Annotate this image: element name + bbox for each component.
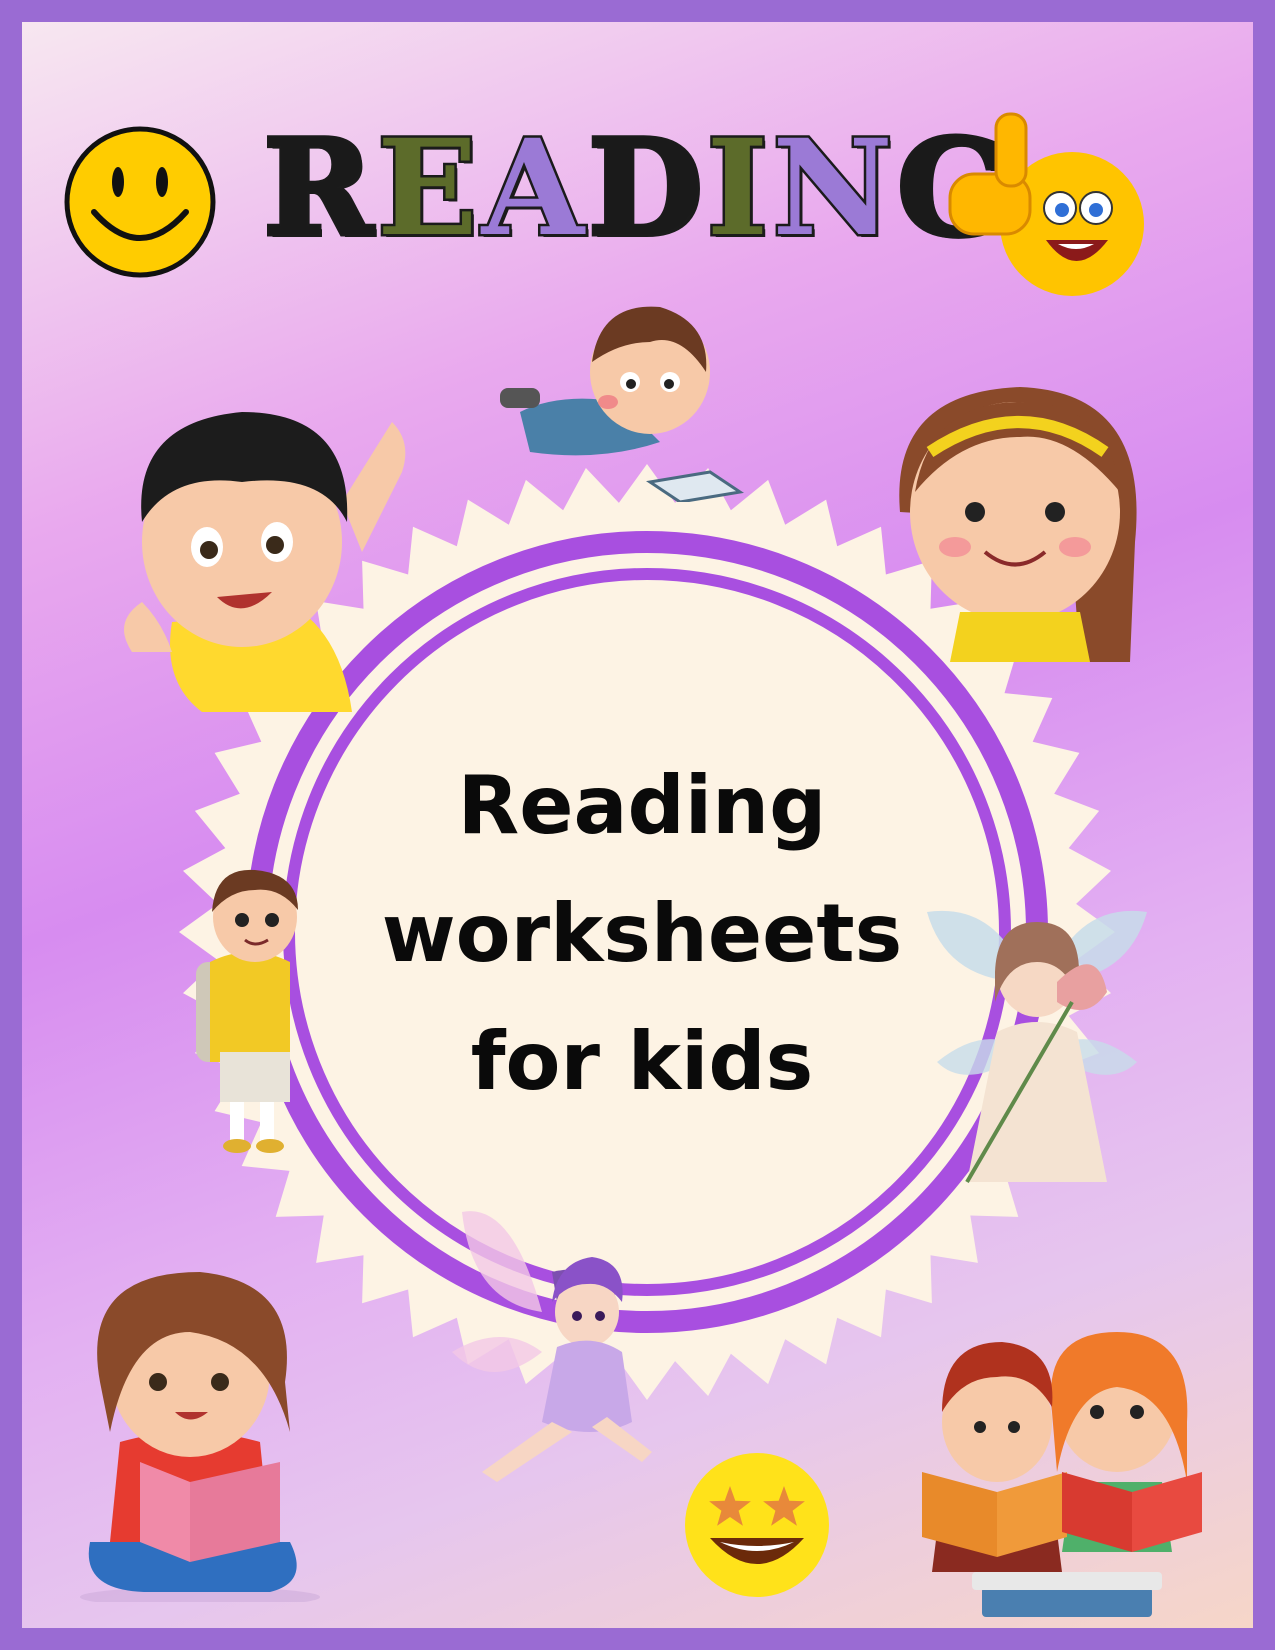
girl-reading-illustration (80, 1272, 320, 1602)
boy-backpack-illustration (196, 869, 298, 1153)
star-eyes-emoji-icon (685, 1453, 829, 1597)
title-letter: N (770, 111, 896, 266)
title-letter: I (704, 111, 771, 266)
subtitle-line: for kids (470, 1015, 814, 1108)
cover-subtitle: Reading worksheets for kids (322, 742, 962, 1126)
kids-reading-books-illustration (922, 1332, 1202, 1617)
girl-headband-illustration (899, 387, 1137, 662)
fairy-flower-illustration (927, 910, 1147, 1184)
boy-waving-illustration (124, 412, 406, 712)
title-letter: D (586, 111, 705, 266)
subtitle-line: worksheets (381, 887, 903, 980)
cover-canvas: R E A D I N G (22, 22, 1253, 1628)
title-letter: A (479, 111, 587, 266)
title-letter: E (375, 111, 481, 266)
boy-lying-reading-illustration (500, 306, 744, 502)
title-letter: R (261, 111, 376, 266)
subtitle-line: Reading (457, 759, 827, 852)
thumbs-up-emoji-icon (948, 112, 1144, 296)
fairy-purple-illustration (452, 1211, 652, 1482)
worksheet-cover: R E A D I N G (0, 0, 1275, 1650)
smiley-face-icon (64, 126, 216, 278)
